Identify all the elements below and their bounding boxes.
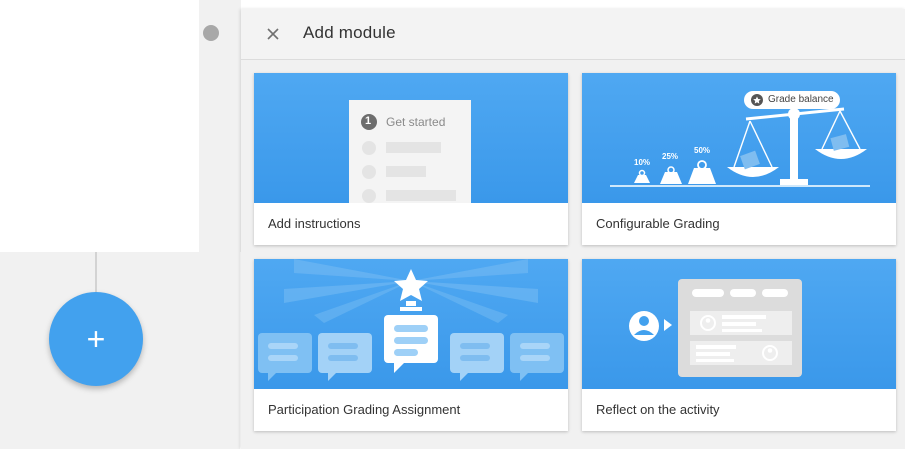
card-label: Participation Grading Assignment [268,402,461,417]
step-number: 1 [365,115,372,127]
background-card [0,0,199,252]
card-label: Configurable Grading [596,216,720,231]
card-label: Reflect on the activity [596,402,720,417]
participation-illustration [254,259,568,389]
grade-balance-badge: Grade balance [768,94,834,105]
weight-label-25: 25% [662,152,679,161]
connector-line [95,252,97,292]
add-module-panel: Add module 1 Get started Add instruction… [241,9,905,449]
reflect-illustration [582,259,896,389]
plus-icon: + [86,320,106,357]
card-label: Add instructions [268,216,361,231]
step-text: Get started [386,115,446,129]
weight-label-10: 10% [634,158,651,167]
close-icon [267,28,279,40]
instructions-illustration: 1 Get started [254,73,568,203]
close-button[interactable] [263,22,283,46]
card-reflect-activity[interactable]: Reflect on the activity [582,259,896,431]
add-module-button[interactable]: + [49,292,143,386]
grading-illustration: Grade balance 10% 25% 50% [582,73,896,203]
status-dot [203,25,219,41]
card-add-instructions[interactable]: 1 Get started Add instructions [254,73,568,245]
card-configurable-grading[interactable]: Grade balance 10% 25% 50% Configurable G… [582,73,896,245]
weight-label-50: 50% [694,146,711,155]
card-participation-grading[interactable]: Participation Grading Assignment [254,259,568,431]
panel-header: Add module [241,9,905,60]
panel-title: Add module [303,23,396,42]
